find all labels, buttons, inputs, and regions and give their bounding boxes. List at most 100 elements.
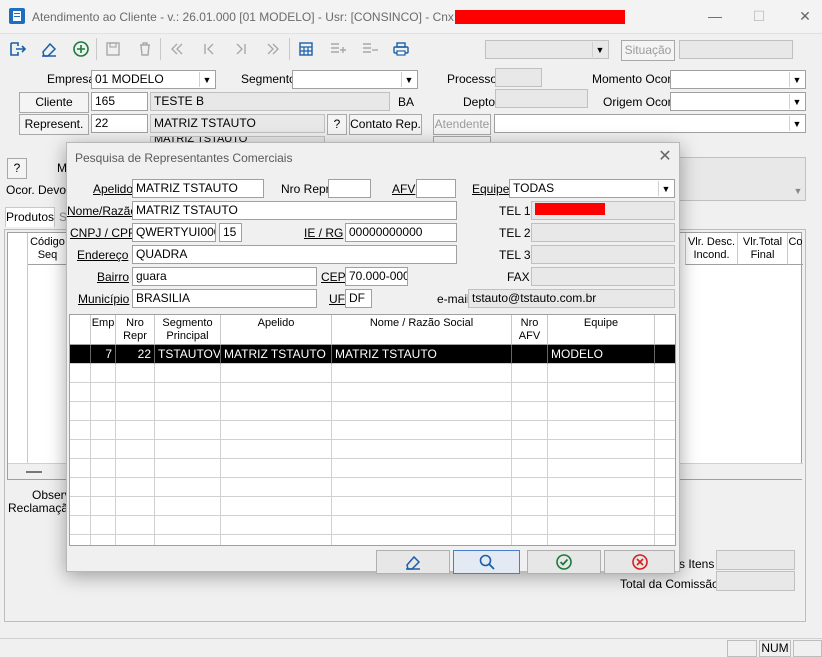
represent-name-field: MATRIZ TSTAUTO <box>150 114 325 133</box>
grid-header-nro-repr[interactable]: Nro Repr <box>116 315 155 345</box>
close-button[interactable]: ✕ <box>795 6 815 26</box>
toolbar-separator <box>96 38 97 60</box>
last-icon[interactable] <box>260 38 286 60</box>
afv-input[interactable] <box>416 179 456 198</box>
empty-cell <box>221 402 332 421</box>
chevron-down-icon: ▼ <box>789 116 804 131</box>
maximize-button[interactable]: ☐ <box>749 6 769 26</box>
empresa-select[interactable]: 01 MODELO ▼ <box>91 70 216 89</box>
dialog-close-icon[interactable]: ✕ <box>655 147 675 167</box>
cell-emp: 7 <box>91 345 116 364</box>
add-icon[interactable] <box>68 38 94 60</box>
empty-cell <box>70 478 91 497</box>
toolbar-combo[interactable]: ▼ <box>485 40 609 59</box>
situacao-button[interactable]: Situação <box>621 40 675 61</box>
status-bar <box>0 638 822 657</box>
tab-produtos[interactable]: Produtos <box>5 207 55 227</box>
cancel-button[interactable] <box>604 550 675 574</box>
first-icon[interactable] <box>164 38 190 60</box>
empty-cell <box>116 402 155 421</box>
momento-select[interactable]: ▼ <box>670 70 806 89</box>
ie-input[interactable]: 00000000000 <box>345 223 457 242</box>
empty-cell <box>332 402 512 421</box>
grid-header-apelido[interactable]: Apelido <box>221 315 332 345</box>
empty-cell <box>512 383 548 402</box>
represent-code-input[interactable]: 22 <box>91 114 148 133</box>
equipe-select[interactable]: TODAS ▼ <box>509 179 675 198</box>
eraser-icon[interactable] <box>36 38 62 60</box>
save-icon[interactable] <box>100 38 126 60</box>
cell-nro-repr: 22 <box>116 345 155 364</box>
cliente-button[interactable]: Cliente <box>19 92 89 113</box>
search-button[interactable] <box>453 550 520 574</box>
grid-header-nro-afv[interactable]: Nro AFV <box>512 315 548 345</box>
tel1-label: TEL 1 <box>499 204 531 218</box>
grid-header-emp[interactable]: Emp <box>91 315 116 345</box>
municipio-input[interactable]: BRASILIA <box>132 289 317 308</box>
bairro-input[interactable]: guara <box>132 267 317 286</box>
empty-cell <box>512 516 548 535</box>
empty-cell <box>116 383 155 402</box>
empty-cell <box>70 535 91 545</box>
clear-button[interactable] <box>376 550 450 574</box>
segmento-select[interactable]: ▼ <box>292 70 418 89</box>
add-row-icon[interactable] <box>325 38 351 60</box>
prev-icon[interactable] <box>196 38 222 60</box>
bairro-label: Bairro <box>97 270 130 284</box>
empty-cell <box>221 497 332 516</box>
empty-cell <box>70 383 91 402</box>
contato-rep-button[interactable]: Contato Rep. <box>349 114 422 135</box>
dialog-title: Pesquisa de Representantes Comerciais <box>75 151 293 165</box>
nro-repr-input[interactable] <box>328 179 371 198</box>
processo-label: Processo <box>447 72 498 86</box>
table-row[interactable]: 7 22 TSTAUTOVA MATRIZ TSTAUTO MATRIZ TST… <box>70 345 675 364</box>
empty-cell <box>70 440 91 459</box>
origem-select[interactable]: ▼ <box>670 92 806 111</box>
empty-cell <box>548 459 655 478</box>
empty-cell <box>512 497 548 516</box>
grid-rowheader <box>70 315 91 345</box>
apelido-input[interactable]: MATRIZ TSTAUTO <box>132 179 264 198</box>
atendente-button[interactable]: Atendente <box>433 114 491 135</box>
represent-help-button[interactable]: ? <box>327 114 347 135</box>
empty-cell <box>512 478 548 497</box>
help-button-2[interactable]: ? <box>7 158 27 179</box>
grid-icon[interactable] <box>293 38 319 60</box>
confirm-button[interactable] <box>527 550 601 574</box>
empty-cell <box>116 440 155 459</box>
empty-table-row <box>70 383 675 402</box>
empty-cell <box>221 535 332 545</box>
cep-label: CEP <box>321 270 346 284</box>
cep-input[interactable]: 70.000-000 <box>345 267 408 286</box>
cancel-icon <box>631 554 648 570</box>
cliente-code-input[interactable]: 165 <box>91 92 148 111</box>
grid-header-equipe[interactable]: Equipe <box>548 315 655 345</box>
grid-header-nome[interactable]: Nome / Razão Social <box>332 315 512 345</box>
cell-nome: MATRIZ TSTAUTO <box>332 345 512 364</box>
uf-input[interactable]: DF <box>345 289 372 308</box>
cnpj-dv-input[interactable]: 15 <box>219 223 242 242</box>
minimize-button[interactable]: — <box>705 6 725 26</box>
hscroll-thumb[interactable] <box>26 471 42 473</box>
fax-field <box>531 267 675 286</box>
exit-icon[interactable] <box>5 38 31 60</box>
atendente-select[interactable]: ▼ <box>494 114 806 133</box>
print-icon[interactable] <box>388 38 414 60</box>
empty-cell <box>91 364 116 383</box>
cnpj-input[interactable]: QWERTYUI000 <box>132 223 216 242</box>
empty-table-row <box>70 440 675 459</box>
represent-button[interactable]: Represent. <box>19 114 89 135</box>
next-icon[interactable] <box>228 38 254 60</box>
grid-header-segmento[interactable]: Segmento Principal <box>155 315 221 345</box>
vlr-total-header: Vlr.Total Final <box>742 236 783 261</box>
municipio-label: Município <box>78 292 130 306</box>
delete-icon[interactable] <box>132 38 158 60</box>
check-icon <box>556 554 572 570</box>
scroll-down-icon[interactable]: ▼ <box>790 182 806 200</box>
remove-row-icon[interactable] <box>357 38 383 60</box>
endereco-input[interactable]: QUADRA <box>132 245 457 264</box>
empty-cell <box>70 497 91 516</box>
cliente-name-field: TESTE B <box>150 92 390 111</box>
nome-input[interactable]: MATRIZ TSTAUTO <box>132 201 457 220</box>
empty-cell <box>91 440 116 459</box>
